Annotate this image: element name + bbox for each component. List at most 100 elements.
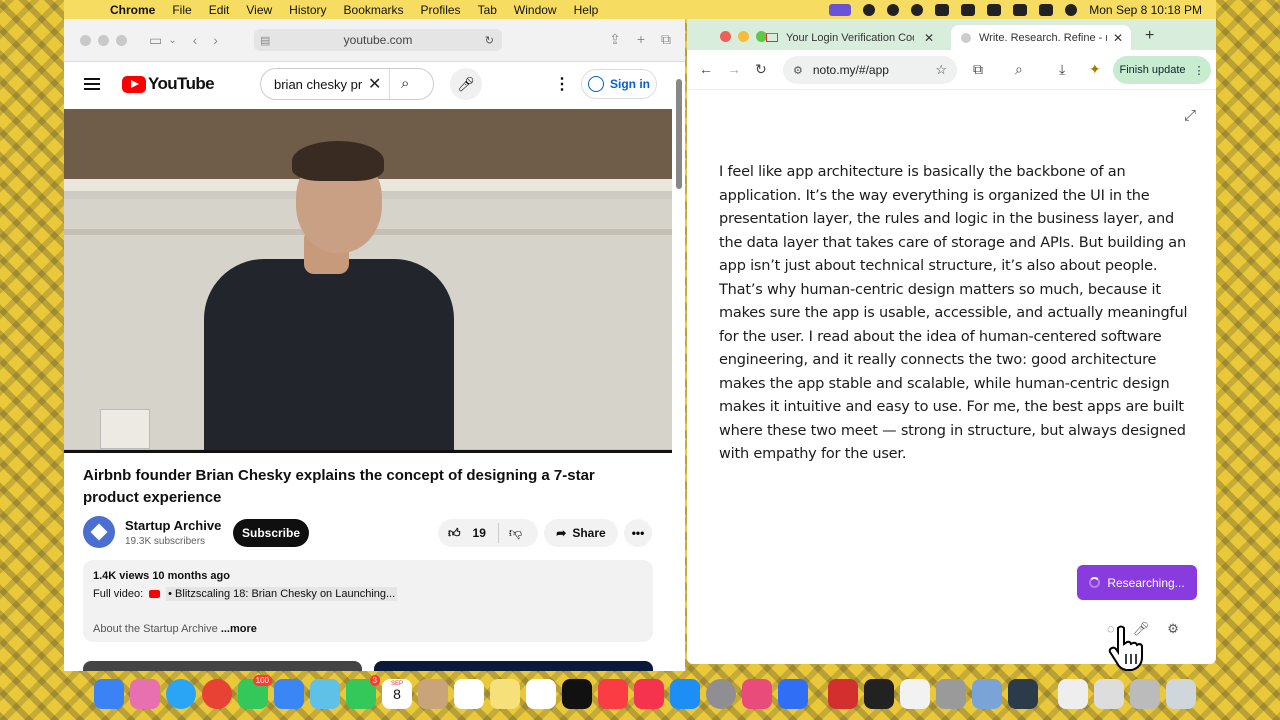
- calendar-icon[interactable]: SEP 8: [382, 679, 412, 709]
- share-icon[interactable]: ⇪: [609, 31, 621, 48]
- reminders-icon[interactable]: [454, 679, 484, 709]
- essay-text[interactable]: I feel like app architecture is basicall…: [719, 161, 1189, 467]
- close-window-button[interactable]: [720, 31, 731, 42]
- safari-icon[interactable]: [166, 679, 196, 709]
- weather-icon[interactable]: [935, 3, 950, 16]
- researching-button[interactable]: Researching...: [1077, 565, 1197, 600]
- app-status-icon[interactable]: [887, 3, 900, 16]
- tab-gmail[interactable]: Your Login Verification Code ✕: [766, 25, 942, 50]
- settings-icon[interactable]: ⚙: [1167, 621, 1179, 637]
- launchpad-icon[interactable]: [130, 679, 160, 709]
- menu-app-name[interactable]: Chrome: [110, 3, 155, 17]
- tab-search-icon[interactable]: ⌕: [1015, 61, 1023, 78]
- menu-window[interactable]: Window: [514, 3, 557, 17]
- music-icon[interactable]: [598, 679, 628, 709]
- app-icon[interactable]: [778, 679, 808, 709]
- reload-icon[interactable]: ↻: [485, 34, 494, 47]
- bookmark-star-icon[interactable]: ☆: [935, 62, 947, 78]
- video-player[interactable]: [64, 109, 672, 453]
- extensions-icon[interactable]: ⧉: [973, 61, 983, 78]
- show-more-link[interactable]: ...more: [221, 623, 257, 635]
- sign-in-button[interactable]: Sign in: [581, 69, 657, 99]
- gemini-icon[interactable]: ✦: [1089, 61, 1101, 78]
- channel-avatar[interactable]: [83, 516, 115, 548]
- tab-overview-icon[interactable]: ⧉: [661, 31, 671, 48]
- menu-profiles[interactable]: Profiles: [421, 3, 461, 17]
- screenshot-icon[interactable]: [972, 679, 1002, 709]
- new-tab-icon[interactable]: +: [637, 31, 645, 48]
- channel-name[interactable]: Startup Archive: [125, 518, 221, 533]
- back-icon[interactable]: ←: [699, 61, 713, 77]
- acrobat-icon[interactable]: [828, 679, 858, 709]
- menu-icon[interactable]: [84, 78, 100, 90]
- new-tab-button[interactable]: +: [1145, 27, 1154, 45]
- download-icon[interactable]: ⤓: [1059, 61, 1065, 78]
- cube-app-icon[interactable]: [864, 679, 894, 709]
- finder-icon[interactable]: [94, 679, 124, 709]
- iphone-mirroring-icon[interactable]: [742, 679, 772, 709]
- video-description[interactable]: 1.4K views 10 months ago Full video: • B…: [83, 560, 653, 642]
- search-input[interactable]: [274, 76, 362, 92]
- reload-icon[interactable]: ↻: [755, 61, 767, 78]
- messages-icon[interactable]: 100: [238, 675, 272, 709]
- contacts-icon[interactable]: [418, 679, 448, 709]
- subscribe-button[interactable]: Subscribe: [233, 519, 309, 547]
- wifi-icon[interactable]: [987, 3, 1002, 16]
- layers-app-icon[interactable]: [1008, 679, 1038, 709]
- maps-icon[interactable]: [310, 679, 340, 709]
- minimize-window-button[interactable]: [738, 31, 749, 42]
- document-icon[interactable]: [1058, 679, 1088, 709]
- full-video-link[interactable]: • Blitzscaling 18: Brian Chesky on Launc…: [166, 587, 398, 601]
- sidebar-toggle-icon[interactable]: ▭: [149, 32, 162, 49]
- app-store-icon[interactable]: [670, 679, 700, 709]
- youtube-logo[interactable]: YouTube: [122, 74, 215, 94]
- close-tab-icon[interactable]: ✕: [1113, 31, 1123, 45]
- downloads-stack-icon[interactable]: [1094, 679, 1124, 709]
- forward-icon[interactable]: ›: [213, 32, 218, 48]
- menu-help[interactable]: Help: [574, 3, 599, 17]
- zoom-window-button[interactable]: [116, 34, 127, 46]
- search-spotlight-icon[interactable]: [1013, 3, 1028, 16]
- apple-tv-icon[interactable]: [562, 679, 592, 709]
- chevron-down-icon[interactable]: ⌄: [168, 35, 176, 46]
- play-icon[interactable]: [911, 3, 924, 16]
- page-menu-icon[interactable]: ▤: [260, 34, 270, 47]
- chrome-address-bar[interactable]: ⚙ noto.my/#/app ☆: [783, 56, 957, 84]
- news-icon[interactable]: [634, 679, 664, 709]
- more-options-icon[interactable]: ⋮: [554, 74, 570, 94]
- site-info-icon[interactable]: ⚙: [793, 64, 803, 77]
- chrome-icon[interactable]: [202, 679, 232, 709]
- mail-icon[interactable]: [274, 679, 304, 709]
- siri-icon[interactable]: [1065, 3, 1078, 16]
- close-tab-icon[interactable]: ✕: [924, 31, 934, 45]
- safari-address-bar[interactable]: ▤ youtube.com ↻: [254, 29, 502, 51]
- more-actions-button[interactable]: •••: [624, 519, 652, 547]
- related-video-thumbnail[interactable]: [83, 661, 362, 671]
- recent-files-icon[interactable]: [1130, 679, 1160, 709]
- screen-share-icon[interactable]: [829, 3, 852, 16]
- trash-icon[interactable]: [1166, 679, 1196, 709]
- menu-history[interactable]: History: [289, 3, 326, 17]
- menu-bookmarks[interactable]: Bookmarks: [344, 3, 404, 17]
- share-button[interactable]: ➦ Share: [544, 519, 618, 547]
- search-icon[interactable]: ⌕: [401, 75, 409, 92]
- facetime-icon[interactable]: 3: [346, 675, 380, 709]
- record-icon[interactable]: [863, 3, 876, 16]
- back-icon[interactable]: ‹: [193, 32, 198, 48]
- battery-icon[interactable]: [961, 3, 976, 16]
- menu-view[interactable]: View: [246, 3, 272, 17]
- like-button[interactable]: 👍︎ 19: [448, 526, 486, 541]
- clear-search-icon[interactable]: ✕: [368, 74, 381, 94]
- scrollbar-thumb[interactable]: [676, 79, 682, 189]
- close-window-button[interactable]: [80, 34, 91, 46]
- menu-tab[interactable]: Tab: [478, 3, 497, 17]
- tab-noto[interactable]: Write. Research. Refine - noto ✕: [951, 25, 1131, 50]
- minimize-window-button[interactable]: [98, 34, 109, 46]
- notes-icon[interactable]: [490, 679, 520, 709]
- menu-clock[interactable]: Mon Sep 8 10:18 PM: [1089, 3, 1202, 17]
- control-center-icon[interactable]: [1039, 3, 1054, 16]
- menu-file[interactable]: File: [172, 3, 191, 17]
- menu-edit[interactable]: Edit: [209, 3, 230, 17]
- voice-search-button[interactable]: 🎤︎: [450, 68, 482, 100]
- font-book-icon[interactable]: [936, 679, 966, 709]
